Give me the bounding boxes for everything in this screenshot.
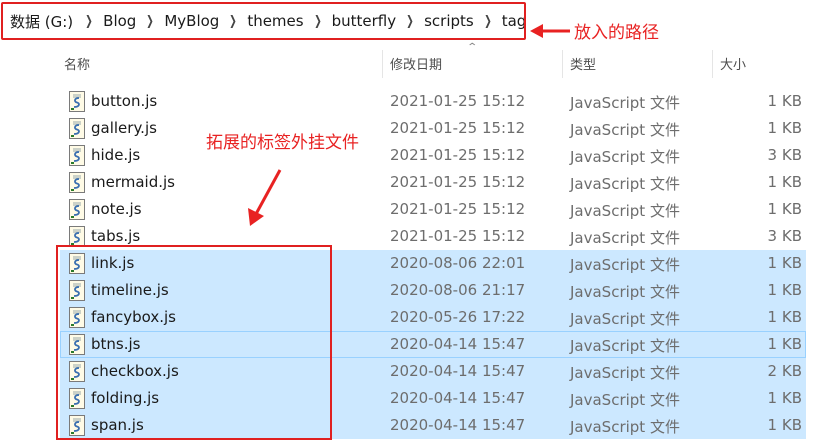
- file-type: JavaScript 文件: [570, 94, 680, 112]
- arrow-down-left-icon: [248, 169, 282, 226]
- file-size: 1 KB: [767, 281, 802, 299]
- file-row[interactable]: button.js 2021-01-25 15:12 JavaScript 文件 1 …: [60, 88, 806, 115]
- file-size: 1 KB: [767, 92, 802, 110]
- file-size: 1 KB: [767, 416, 802, 434]
- column-header-row: 名称 修改日期 ⌃ 类型 大小: [0, 42, 822, 82]
- file-name: mermaid.js: [91, 173, 175, 191]
- file-modified: 2021-01-25 15:12: [390, 227, 526, 245]
- file-row[interactable]: mermaid.js 2021-01-25 15:12 JavaScript 文件 1…: [60, 169, 806, 196]
- column-header-name[interactable]: 名称: [64, 54, 90, 73]
- file-type: JavaScript 文件: [570, 310, 680, 328]
- file-modified: 2021-01-25 15:12: [390, 119, 526, 137]
- selection-highlight-box: [56, 245, 332, 440]
- sort-caret-icon: ⌃: [466, 42, 479, 53]
- file-modified: 2021-01-25 15:12: [390, 92, 526, 110]
- file-row[interactable]: gallery.js 2021-01-25 15:12 JavaScript 文件 1…: [60, 115, 806, 142]
- file-modified: 2021-01-25 15:12: [390, 146, 526, 164]
- file-type: JavaScript 文件: [570, 364, 680, 382]
- file-name: hide.js: [91, 146, 141, 164]
- path-highlight-box: [1, 2, 526, 40]
- file-modified: 2020-04-14 15:47: [390, 389, 526, 407]
- extension-annotation-label: 拓展的标签外挂文件: [206, 133, 359, 153]
- arrow-left-icon: [530, 24, 570, 38]
- file-size: 3 KB: [767, 146, 802, 164]
- js-file-icon: [67, 91, 87, 112]
- file-type: JavaScript 文件: [570, 229, 680, 247]
- file-modified: 2020-08-06 22:01: [390, 254, 526, 272]
- column-divider[interactable]: [712, 50, 713, 78]
- js-file-icon: [67, 199, 87, 220]
- file-row[interactable]: hide.js 2021-01-25 15:12 JavaScript 文件 3 KB: [60, 142, 806, 169]
- column-divider[interactable]: [562, 50, 563, 78]
- file-size: 1 KB: [767, 173, 802, 191]
- file-type: JavaScript 文件: [570, 121, 680, 139]
- file-name: button.js: [91, 92, 158, 110]
- file-size: 1 KB: [767, 119, 802, 137]
- file-size: 3 KB: [767, 227, 802, 245]
- column-header-type[interactable]: 类型: [570, 54, 596, 73]
- file-modified: 2020-08-06 21:17: [390, 281, 526, 299]
- file-size: 1 KB: [767, 200, 802, 218]
- file-size: 1 KB: [767, 254, 802, 272]
- file-modified: 2020-04-14 15:47: [390, 416, 526, 434]
- file-size: 1 KB: [767, 335, 802, 353]
- file-type: JavaScript 文件: [570, 148, 680, 166]
- column-header-modified[interactable]: 修改日期: [390, 54, 442, 73]
- file-type: JavaScript 文件: [570, 175, 680, 193]
- path-annotation-label: 放入的路径: [574, 23, 659, 43]
- file-modified: 2021-01-25 15:12: [390, 173, 526, 191]
- file-type: JavaScript 文件: [570, 418, 680, 436]
- file-type: JavaScript 文件: [570, 202, 680, 220]
- file-row[interactable]: note.js 2021-01-25 15:12 JavaScript 文件 1 KB: [60, 196, 806, 223]
- file-type: JavaScript 文件: [570, 256, 680, 274]
- file-modified: 2020-05-26 17:22: [390, 308, 526, 326]
- file-name: gallery.js: [91, 119, 157, 137]
- column-header-size[interactable]: 大小: [720, 54, 746, 73]
- file-type: JavaScript 文件: [570, 391, 680, 409]
- file-modified: 2021-01-25 15:12: [390, 200, 526, 218]
- file-size: 2 KB: [767, 362, 802, 380]
- file-type: JavaScript 文件: [570, 337, 680, 355]
- file-size: 1 KB: [767, 308, 802, 326]
- js-file-icon: [67, 226, 87, 247]
- file-modified: 2020-04-14 15:47: [390, 335, 526, 353]
- file-name: tabs.js: [91, 227, 141, 245]
- js-file-icon: [67, 118, 87, 139]
- js-file-icon: [67, 172, 87, 193]
- column-divider[interactable]: [382, 50, 383, 78]
- file-size: 1 KB: [767, 389, 802, 407]
- file-type: JavaScript 文件: [570, 283, 680, 301]
- file-name: note.js: [91, 200, 142, 218]
- file-modified: 2020-04-14 15:47: [390, 362, 526, 380]
- js-file-icon: [67, 145, 87, 166]
